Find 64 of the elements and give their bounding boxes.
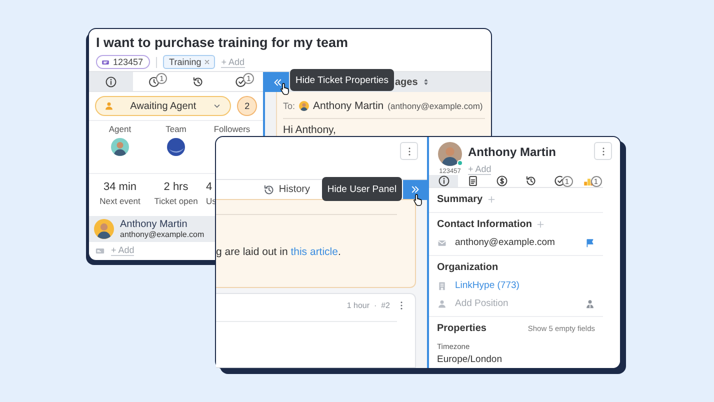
double-chevron-right-icon bbox=[410, 184, 420, 195]
tab[interactable] bbox=[89, 72, 132, 91]
section-title: Properties bbox=[437, 323, 486, 334]
tab[interactable] bbox=[429, 175, 458, 187]
stat-value: 34 min bbox=[103, 181, 137, 193]
to-label: To: bbox=[283, 101, 296, 111]
avatar-icon bbox=[94, 219, 114, 239]
email-text: anthony@example.com bbox=[455, 237, 555, 248]
requester-email: anthony@example.com bbox=[120, 230, 204, 239]
message-text: g are laid out in this article. bbox=[216, 246, 342, 258]
contact-icon bbox=[585, 298, 595, 308]
ticket-icon bbox=[101, 58, 110, 66]
section-title: Contact Information bbox=[437, 219, 532, 230]
section-title: Summary bbox=[437, 194, 483, 205]
card-icon bbox=[95, 246, 105, 256]
recipient-email: (anthony@example.com) bbox=[388, 101, 483, 111]
requester-name: Anthony Martin bbox=[120, 219, 188, 230]
stat-value: 4 bbox=[206, 181, 212, 193]
close-icon bbox=[203, 58, 212, 66]
document-icon bbox=[466, 175, 478, 187]
toolbar-label: ages bbox=[395, 76, 418, 88]
message-meta: 1 hour · #2 bbox=[346, 301, 390, 310]
avatar-icon bbox=[438, 142, 462, 166]
history-button[interactable]: History bbox=[262, 184, 310, 196]
tag: Training bbox=[163, 55, 216, 69]
clock-icon bbox=[148, 76, 160, 88]
assignee-label: Agent bbox=[108, 124, 132, 134]
section-title: Organization bbox=[437, 262, 498, 273]
history-icon bbox=[192, 76, 204, 88]
ticket-title: I want to purchase training for my team bbox=[96, 35, 350, 50]
message-text: Hi Anthony, bbox=[283, 124, 337, 136]
hide-panel-button[interactable] bbox=[403, 180, 427, 200]
info-icon bbox=[104, 76, 117, 88]
tooltip: Hide Ticket Properties bbox=[290, 69, 394, 91]
history-icon bbox=[524, 175, 536, 187]
building-icon bbox=[437, 280, 447, 290]
cursor-icon bbox=[279, 82, 292, 95]
user-name: Anthony Martin bbox=[468, 145, 556, 159]
flag-icon bbox=[585, 238, 595, 248]
double-chevron-left-icon bbox=[272, 76, 282, 88]
person-icon bbox=[104, 101, 114, 111]
ticket-id-badge: 123457 bbox=[96, 55, 150, 69]
info-icon bbox=[438, 175, 450, 187]
assignee-label: Team bbox=[166, 124, 186, 134]
person-icon bbox=[437, 298, 447, 308]
dollar-icon bbox=[496, 175, 508, 187]
stat-label: Next event bbox=[100, 196, 140, 206]
check-circle-icon bbox=[554, 175, 566, 187]
assignee-label: Followers bbox=[214, 124, 250, 134]
stat-label: Ticket open bbox=[154, 196, 198, 206]
hide-panel-button[interactable] bbox=[265, 72, 289, 92]
tooltip: Hide User Panel bbox=[322, 177, 402, 201]
stat-value: 2 hrs bbox=[164, 181, 188, 193]
history-icon bbox=[262, 184, 275, 196]
recipient-name: Anthony Martin bbox=[313, 100, 384, 112]
mail-icon bbox=[437, 238, 447, 248]
avatar-icon bbox=[299, 101, 310, 111]
team-avatar-icon bbox=[167, 138, 185, 156]
requester-row[interactable]: Anthony Martin anthony@example.com bbox=[89, 216, 215, 242]
avatar-icon bbox=[111, 138, 129, 156]
count-badge: 2 bbox=[237, 96, 257, 116]
field-value: Europe/London bbox=[437, 354, 503, 365]
status-dropdown[interactable]: Awaiting Agent bbox=[95, 96, 232, 116]
check-circle-icon bbox=[235, 76, 248, 88]
